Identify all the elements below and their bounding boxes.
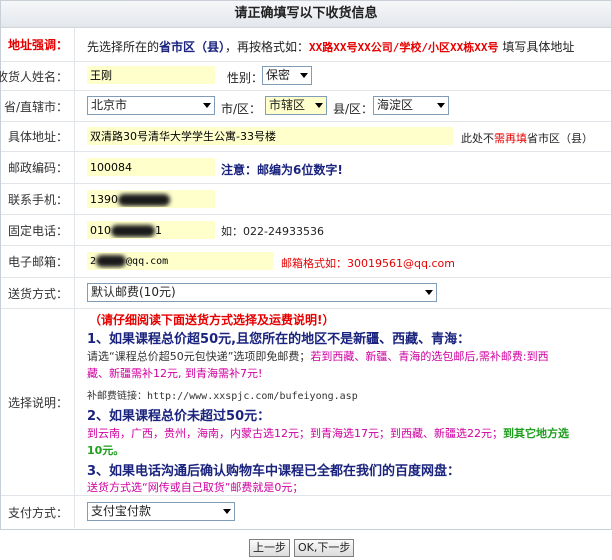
address-input[interactable]: 双清路30号清华大学学生公寓-33号楼	[87, 127, 453, 145]
prev-step-button[interactable]: 上一步	[249, 539, 290, 557]
postcode-row: 邮政编码： 100084 注意：邮编为6位数字!	[1, 152, 611, 184]
city-select[interactable]: 市辖区	[265, 96, 327, 115]
email-input[interactable]: 2 @qq.com	[87, 252, 273, 270]
receiver-row: 收货人姓名： 王刚 性别： 保密	[0, 62, 611, 91]
shipping-select[interactable]: 默认邮费(10元)	[87, 283, 437, 302]
chevron-down-icon	[315, 103, 323, 108]
receiver-name-input[interactable]: 王刚	[87, 66, 215, 84]
postcode-input[interactable]: 100084	[87, 158, 215, 176]
explanation-item2-line2: 10元。	[87, 444, 125, 457]
chevron-down-icon	[300, 73, 308, 78]
address-row: 具体地址： 双清路30号清华大学学生公寓-33号楼 此处不需再填省市区（县）	[1, 122, 611, 152]
shipping-label: 送货方式：	[1, 278, 75, 308]
explanation-item3-line: 送货方式选“网传或自己取货”邮费就是0元；	[87, 481, 304, 494]
phone-input[interactable]: 010 1	[87, 221, 215, 239]
gender-label: 性别：	[227, 71, 264, 85]
chevron-down-icon	[203, 103, 211, 108]
explanation-label: 选择说明：	[1, 309, 75, 495]
receiver-label: 收货人姓名：	[0, 62, 75, 90]
email-row: 电子邮箱： 2 @qq.com 邮箱格式如：30019561@qq.com	[1, 246, 611, 278]
email-label: 电子邮箱：	[1, 246, 75, 277]
phone-row: 固定电话： 010 1 如：022-24933536	[1, 215, 611, 246]
phone-label: 固定电话：	[1, 215, 75, 245]
explanation-item3-title: 3、如果电话沟通后确认购物车中课程已全都在我们的百度网盘：	[87, 464, 461, 479]
explanation-item2-line1: 到云南，广西，贵州，海南，内蒙古选12元；到青海选17元；到西藏、新疆选22元；…	[87, 427, 569, 440]
email-hint: 邮箱格式如：30019561@qq.com	[281, 257, 455, 270]
phone-hint: 如：022-24933536	[221, 225, 324, 238]
chevron-down-icon	[425, 290, 433, 295]
county-select[interactable]: 海淀区	[373, 96, 449, 115]
postcode-note: 注意：邮编为6位数字!	[221, 163, 343, 177]
explanation-item1-line1: 请选“课程总价超50元包快递”选项即免邮费；若到西藏、新疆、青海的选包邮后,需补…	[87, 350, 549, 363]
explanation-item1-link[interactable]: 补邮费链接：http://www.xxspjc.com/bufeiyong.as…	[87, 387, 358, 402]
redacted-mask	[96, 255, 127, 267]
redacted-mask	[111, 225, 155, 237]
chevron-down-icon	[437, 103, 445, 108]
mobile-input[interactable]: 1390	[87, 190, 215, 208]
address-notice-row: 地址强调： 先选择所在的省市区（县），再按格式如：XX路XX号XX公司/学校/小…	[1, 28, 611, 62]
notice-text: 先选择所在的省市区（县），再按格式如：XX路XX号XX公司/学校/小区XX栋XX…	[87, 40, 575, 54]
postcode-label: 邮政编码：	[1, 152, 75, 183]
city-label: 市/区：	[221, 102, 262, 116]
gender-select[interactable]: 保密	[262, 66, 312, 85]
mobile-label: 联系手机：	[1, 184, 75, 214]
county-label: 县/区：	[333, 102, 374, 116]
explanation-item1-line2: 藏、新疆需补12元, 到青海需补7元!	[87, 367, 263, 380]
address-label: 具体地址：	[1, 122, 75, 151]
shipping-row: 送货方式： 默认邮费(10元)	[1, 278, 611, 309]
payment-label: 支付方式：	[1, 496, 75, 528]
redacted-mask	[118, 194, 170, 206]
explanation-row: 选择说明： （请仔细阅读下面送货方式选择及运费说明!） 1、如果课程总价超50元…	[1, 309, 611, 496]
explanation-item2-title: 2、如果课程总价未超过50元：	[87, 409, 271, 424]
next-step-button[interactable]: OK,下一步	[294, 539, 355, 557]
notice-label: 地址强调：	[1, 28, 75, 61]
order-form: 请正确填写以下收货信息 地址强调： 先选择所在的省市区（县），再按格式如：XX路…	[0, 0, 612, 530]
address-hint: 此处不需再填省市区（县）	[461, 132, 593, 145]
payment-select[interactable]: 支付宝付款	[87, 502, 235, 521]
explanation-header: （请仔细阅读下面送货方式选择及运费说明!）	[89, 313, 335, 327]
chevron-down-icon	[223, 509, 231, 514]
province-label: 省/直辖市：	[1, 91, 75, 121]
explanation-item1-title: 1、如果课程总价超50元,且您所在的地区不是新疆、西藏、青海：	[87, 332, 471, 347]
mobile-row: 联系手机： 1390	[1, 184, 611, 215]
payment-row: 支付方式： 支付宝付款	[1, 496, 611, 528]
form-title: 请正确填写以下收货信息	[1, 1, 611, 28]
region-row: 省/直辖市： 北京市 市/区： 市辖区 县/区： 海淀区	[1, 91, 611, 122]
province-select[interactable]: 北京市	[87, 96, 215, 115]
